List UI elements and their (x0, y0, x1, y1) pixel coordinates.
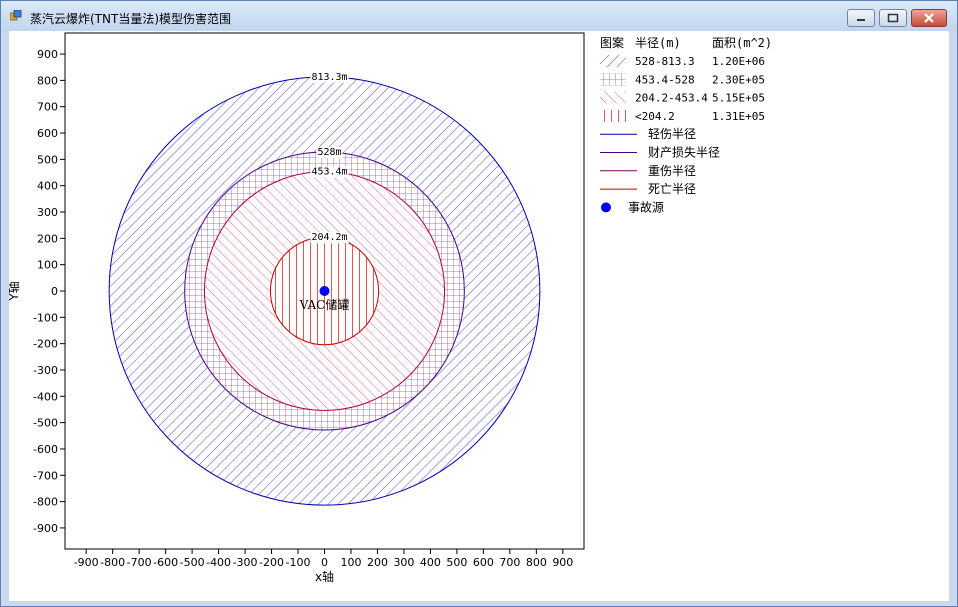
x-tick-label-7: -200 (259, 556, 284, 569)
legend-area-2: 5.15E+05 (712, 92, 765, 105)
y-axis-label: Y轴 (9, 281, 21, 301)
x-tick-label-13: 400 (420, 556, 441, 569)
legend-range-2: 204.2-453.4 (635, 92, 708, 105)
legend-header-0: 图案 (600, 35, 624, 50)
y-tick-label-18: 900 (37, 48, 58, 61)
chart-svg: 813.3m528m453.4m204.2mVAC储罐 -900-900-800… (9, 32, 772, 584)
minimize-button[interactable] (847, 9, 875, 27)
legend-swatch-3 (600, 109, 626, 122)
close-icon (924, 13, 934, 23)
title-bar[interactable]: 蒸汽云爆炸(TNT当量法)模型伤害范围 (1, 1, 957, 31)
legend-area-0: 1.20E+06 (712, 55, 765, 68)
chart-canvas-area: 813.3m 528m 453.4m 204.2m VAC储罐 -900 -900 -800… (9, 31, 949, 601)
y-tick-label-5: -400 (33, 390, 58, 403)
x-axis-label: x轴 (315, 569, 334, 584)
legend-area-1: 2.30E+05 (712, 73, 765, 86)
legend-range-3: <204.2 (635, 110, 675, 123)
x-tick-label-18: 900 (552, 556, 573, 569)
y-tick-label-16: 700 (37, 101, 58, 114)
legend-swatch-2 (600, 91, 626, 104)
legend-marker-label: 事故源 (628, 199, 664, 214)
x-tick-label-14: 500 (446, 556, 467, 569)
app-icon (10, 10, 22, 21)
y-tick-label-2: -700 (33, 469, 58, 482)
y-tick-label-0: -900 (33, 522, 58, 535)
circle-label-0: 813.3m (311, 72, 347, 83)
legend-header-1: 半径(m) (635, 36, 681, 50)
x-tick-label-10: 100 (340, 556, 361, 569)
legend-range-0: 528-813.3 (635, 55, 695, 68)
x-tick-label-3: -600 (153, 556, 178, 569)
circle-label-1: 528m (317, 147, 341, 158)
legend-header-2: 面积(m^2) (712, 36, 772, 50)
accident-source-marker (319, 286, 330, 296)
x-tick-label-5: -400 (206, 556, 231, 569)
x-tick-label-2: -700 (127, 556, 152, 569)
x-tick-label-9: 0 (321, 556, 328, 569)
circle-label-2: 453.4m (311, 167, 347, 178)
window-title: 蒸汽云爆炸(TNT当量法)模型伤害范围 (30, 12, 232, 26)
circle-label-3: 204.2m (311, 232, 347, 243)
x-tick-label-16: 700 (499, 556, 520, 569)
legend-swatch-0 (600, 55, 626, 67)
maximize-button[interactable] (879, 9, 907, 27)
x-tick-label-1: -800 (100, 556, 125, 569)
plot-content: 813.3m 528m 453.4m 204.2m VAC储罐 (108, 71, 541, 506)
y-tick-label-7: -200 (33, 338, 58, 351)
legend: 图案 半径(m) 面积(m^2) 528-813.3 1.20E+06 453.4-528… (600, 35, 772, 214)
y-tick-label-4: -500 (33, 417, 58, 430)
legend-swatch-1 (600, 73, 626, 86)
minimize-icon (857, 19, 865, 21)
x-tick-label-4: -500 (180, 556, 205, 569)
x-tick-label-8: -100 (286, 556, 311, 569)
y-tick-label-12: 300 (37, 206, 58, 219)
y-tick-label-6: -300 (33, 364, 58, 377)
x-tick-label-11: 200 (367, 556, 388, 569)
y-tick-label-17: 800 (37, 74, 58, 87)
y-tick-label-1: -800 (33, 496, 58, 509)
y-tick-label-3: -600 (33, 443, 58, 456)
legend-line-label-3: 死亡半径 (648, 182, 696, 196)
y-tick-label-14: 500 (37, 153, 58, 166)
legend-line-label-0: 轻伤半径 (648, 127, 696, 141)
legend-area-3: 1.31E+05 (712, 110, 765, 123)
y-tick-label-9: 0 (51, 285, 58, 298)
y-tick-label-10: 100 (37, 259, 58, 272)
legend-range-1: 453.4-528 (635, 73, 695, 86)
accident-source-label: VAC储罐 (299, 297, 350, 312)
y-tick-label-8: -100 (33, 311, 58, 324)
legend-line-label-1: 财产损失半径 (648, 145, 720, 160)
x-tick-label-15: 600 (473, 556, 494, 569)
y-tick-label-15: 600 (37, 127, 58, 140)
x-tick-label-17: 800 (526, 556, 547, 569)
legend-marker (601, 202, 611, 213)
x-tick-label-6: -300 (233, 556, 258, 569)
y-tick-label-13: 400 (37, 180, 58, 193)
app-window: 蒸汽云爆炸(TNT当量法)模型伤害范围 813.3m 528m 453.4m 2… (0, 0, 958, 607)
maximize-icon (887, 13, 899, 23)
y-tick-label-11: 200 (37, 232, 58, 245)
legend-line-label-2: 重伤半径 (648, 164, 696, 178)
close-button[interactable] (911, 9, 947, 27)
x-tick-label-0: -900 (74, 556, 99, 569)
x-tick-label-12: 300 (393, 556, 414, 569)
